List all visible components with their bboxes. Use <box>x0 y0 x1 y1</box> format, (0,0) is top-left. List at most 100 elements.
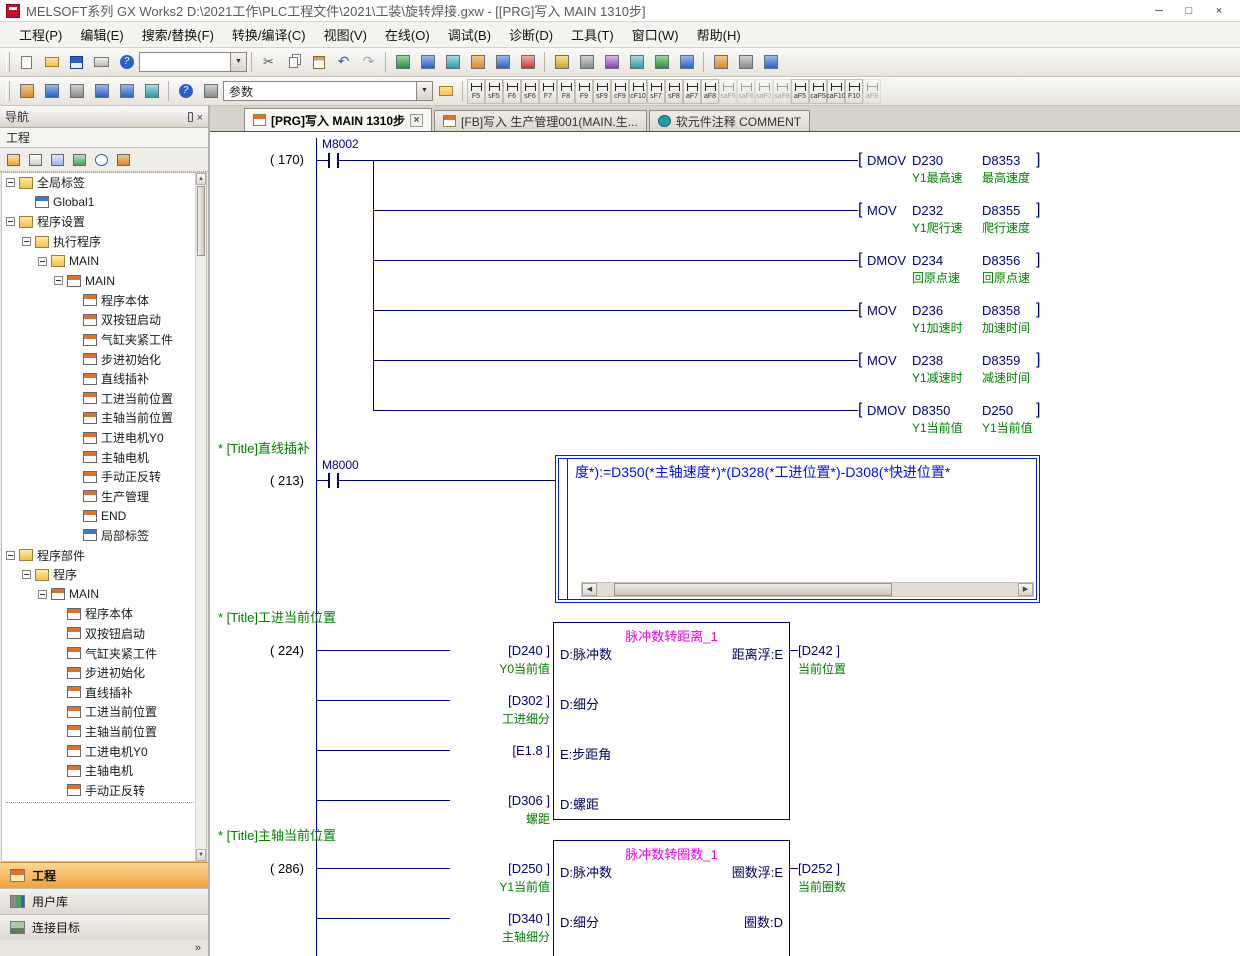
tree-collapse-icon[interactable] <box>6 178 15 187</box>
new-project-icon[interactable] <box>15 51 38 73</box>
fb-input-operand[interactable]: E1.8 <box>450 743 550 760</box>
cross-reference-icon[interactable] <box>115 80 138 102</box>
branch-pulse-button[interactable]: aF7 <box>683 79 701 104</box>
tree-collapse-icon[interactable] <box>54 276 63 285</box>
read-mode-icon[interactable] <box>734 51 757 73</box>
menu-project[interactable]: 工程(P) <box>10 21 71 48</box>
nav-more-chevron[interactable]: » <box>0 940 208 956</box>
parameter-combobox[interactable]: 参数 <box>223 81 433 101</box>
menu-debug[interactable]: 调试(B) <box>439 21 500 48</box>
device-list-icon[interactable] <box>140 80 163 102</box>
tab-prg-main[interactable]: [PRG]写入 MAIN 1310步 <box>244 108 432 131</box>
delete-h-line-button[interactable]: cF9 <box>611 79 629 104</box>
tree-item[interactable]: 双按钮启动 <box>2 310 206 330</box>
menu-find-replace[interactable]: 搜索/替换(F) <box>133 21 223 48</box>
tree-item[interactable]: 手动正反转 <box>2 780 206 800</box>
write-to-plc-icon[interactable] <box>416 51 439 73</box>
tree-collapse-icon[interactable] <box>22 570 31 579</box>
tree-collapse-icon[interactable] <box>38 590 47 599</box>
start-monitoring-icon[interactable] <box>491 51 514 73</box>
program-common-icon[interactable] <box>15 80 38 102</box>
fb-input-operand[interactable]: D250 Y1当前值 <box>450 861 550 895</box>
fb-output-operand[interactable]: D252 当前圈数 <box>798 861 894 895</box>
instruction-dmov[interactable]: DMOV D230 D8353 Y1最高速 最高速度 <box>858 153 1054 183</box>
fb-input-operand[interactable]: D306 螺距 <box>450 793 550 827</box>
maximize-icon[interactable] <box>1174 2 1204 20</box>
data-security-icon[interactable] <box>69 150 89 169</box>
cut-icon[interactable] <box>257 51 280 73</box>
tab-device-comment[interactable]: 软元件注释 COMMENT <box>649 110 810 131</box>
open-branch-button[interactable]: F6 <box>503 79 521 104</box>
pulse-result-button[interactable]: saF6 <box>737 79 755 104</box>
close-icon[interactable] <box>197 108 203 126</box>
tree-item-main-pou[interactable]: MAIN <box>2 584 206 604</box>
redo-icon[interactable] <box>357 51 380 73</box>
note-icon[interactable] <box>600 51 623 73</box>
scroll-up-icon[interactable] <box>196 173 206 185</box>
tree-collapse-icon[interactable] <box>38 257 47 266</box>
find-icon[interactable] <box>199 80 222 102</box>
refresh-icon[interactable] <box>91 150 111 169</box>
ladder-editor[interactable]: ( 170) M8002 DMOV D230 D8353 Y1最高速 最高速度 <box>210 132 1240 956</box>
menu-compile[interactable]: 转换/编译(C) <box>223 21 315 48</box>
verify-with-plc-icon[interactable] <box>441 51 464 73</box>
tree-item[interactable]: 工进电机Y0 <box>2 428 206 448</box>
pin-icon[interactable] <box>188 112 193 122</box>
st-horizontal-scrollbar[interactable] <box>581 582 1034 597</box>
output-window-icon[interactable] <box>90 80 113 102</box>
tree-item[interactable]: 直线插补 <box>2 682 206 702</box>
tree-item[interactable]: 步进初始化 <box>2 349 206 369</box>
minimize-icon[interactable] <box>1144 2 1174 20</box>
open-project-icon[interactable] <box>40 51 63 73</box>
build-icon[interactable] <box>675 51 698 73</box>
tree-item-global-labels[interactable]: 全局标签 <box>2 173 206 193</box>
tree-item[interactable]: 主轴当前位置 <box>2 408 206 428</box>
instruction-help-button[interactable]: F10 <box>845 79 863 104</box>
close-branch-button[interactable]: sF6 <box>521 79 539 104</box>
help-icon[interactable] <box>174 80 197 102</box>
save-project-icon[interactable] <box>65 51 88 73</box>
pulse-minus-result-button[interactable]: saF7 <box>755 79 773 104</box>
tree-collapse-icon[interactable] <box>6 217 15 226</box>
project-section-bar[interactable]: 工程 <box>0 128 208 148</box>
instruction-mov[interactable]: MOV D236 D8358 Y1加速时 加速时间 <box>858 303 1054 333</box>
navigation-window-icon[interactable] <box>40 80 63 102</box>
instruction-mov[interactable]: MOV D238 D8359 Y1减速时 减速时间 <box>858 353 1054 383</box>
application-instruction-button[interactable]: F8 <box>557 79 575 104</box>
menu-diagnostics[interactable]: 诊断(D) <box>500 21 562 48</box>
scroll-down-icon[interactable] <box>196 849 206 861</box>
tree-item[interactable]: 主轴电机 <box>2 447 206 467</box>
inline-st-button[interactable]: aF5 <box>791 79 809 104</box>
operation-result-button[interactable]: saF8 <box>773 79 791 104</box>
tree-item-main-program[interactable]: MAIN <box>2 271 206 291</box>
inline-st-box[interactable]: 度*):=D350(*主轴速度*)*(D328(*工进位置*)-D308(*快进… <box>555 455 1040 603</box>
menu-help[interactable]: 帮助(H) <box>688 21 750 48</box>
remote-operation-icon[interactable] <box>466 51 489 73</box>
tab-fb-production[interactable]: [FB]写入 生产管理001(MAIN.生... <box>434 110 647 131</box>
device-display-icon[interactable] <box>625 51 648 73</box>
statement-icon[interactable] <box>575 51 598 73</box>
tree-item[interactable]: 气缸夹紧工件 <box>2 643 206 663</box>
sort-icon[interactable] <box>113 150 133 169</box>
tree-collapse-icon[interactable] <box>22 237 31 246</box>
instruction-mov[interactable]: MOV D232 D8355 Y1爬行速 爬行速度 <box>858 203 1054 233</box>
tree-item[interactable]: END <box>2 506 206 526</box>
nav-button-project[interactable]: 工程 <box>0 862 208 888</box>
device-comment-icon[interactable] <box>550 51 573 73</box>
stop-monitoring-icon[interactable] <box>516 51 539 73</box>
ladder-edit-mode-icon[interactable] <box>709 51 732 73</box>
contact-m8000[interactable] <box>328 473 339 488</box>
chevron-down-icon[interactable] <box>230 53 246 71</box>
open-contact-button[interactable]: F5 <box>467 79 485 104</box>
close-contact-button[interactable]: sF5 <box>485 79 503 104</box>
tree-item[interactable]: 气缸夹紧工件 <box>2 330 206 350</box>
tree-item[interactable]: 工进电机Y0 <box>2 741 206 761</box>
tree-item[interactable]: 直线插补 <box>2 369 206 389</box>
program-check-icon[interactable] <box>650 51 673 73</box>
paste-icon[interactable] <box>307 51 330 73</box>
scroll-left-icon[interactable] <box>582 583 597 596</box>
scrollbar-thumb[interactable] <box>197 186 205 256</box>
scroll-right-icon[interactable] <box>1018 583 1033 596</box>
data-browse-icon[interactable] <box>434 80 457 102</box>
instruction-dmov[interactable]: DMOV D234 D8356 回原点速 回原点速 <box>858 253 1054 283</box>
